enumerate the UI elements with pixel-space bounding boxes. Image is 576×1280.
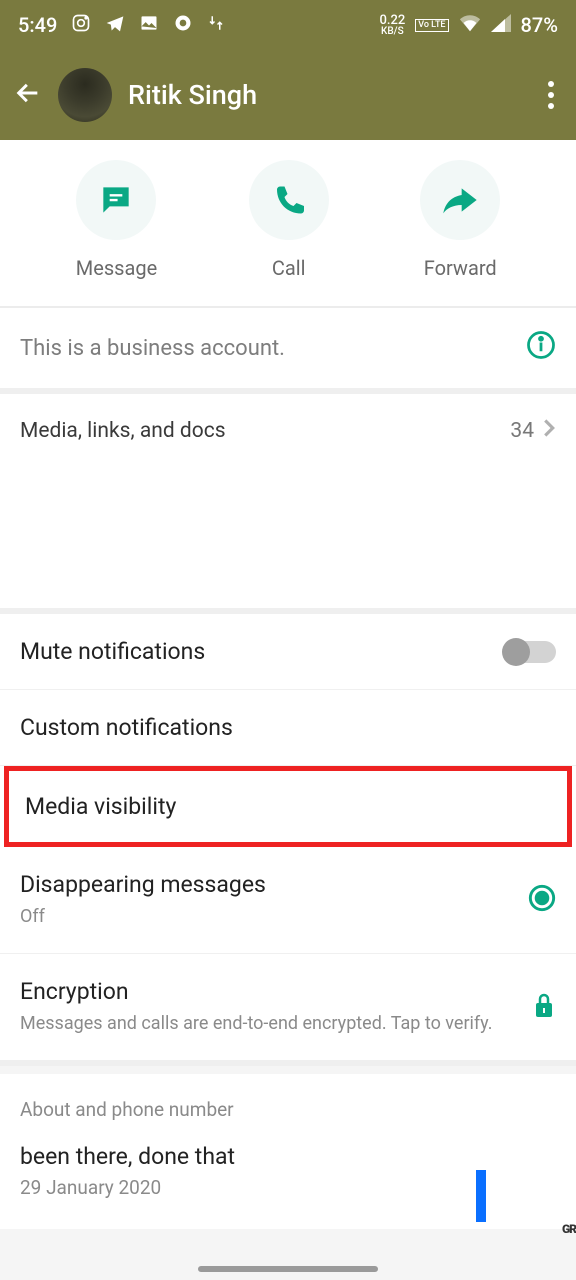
header: Ritik Singh — [0, 50, 576, 140]
forward-action[interactable]: Forward — [420, 160, 500, 280]
about-section: About and phone number been there, done … — [0, 1074, 576, 1229]
custom-notifications-row[interactable]: Custom notifications — [0, 690, 576, 766]
business-banner[interactable]: This is a business account. — [0, 307, 576, 394]
telegram-icon — [105, 13, 125, 38]
status-left: 5:49 — [18, 13, 225, 38]
phone-icon — [271, 182, 307, 218]
network-speed: 0.22 KB/S — [379, 14, 405, 37]
wifi-icon — [459, 13, 481, 37]
about-status: been there, done that — [20, 1143, 556, 1170]
disappearing-sub: Off — [20, 904, 266, 929]
media-thumbnails-area — [0, 464, 576, 614]
timer-icon — [528, 884, 556, 916]
nav-pill — [198, 1266, 378, 1272]
info-icon — [526, 330, 556, 366]
media-visibility-highlight: Media visibility — [4, 766, 572, 847]
encryption-sub: Messages and calls are end-to-end encryp… — [20, 1011, 512, 1036]
media-visibility-label: Media visibility — [25, 793, 176, 820]
about-header: About and phone number — [20, 1098, 556, 1121]
media-visibility-row[interactable]: Media visibility — [9, 771, 567, 842]
contact-name[interactable]: Ritik Singh — [128, 79, 524, 111]
media-label: Media, links, and docs — [20, 419, 226, 443]
disappearing-messages-row[interactable]: Disappearing messages Off — [0, 847, 576, 954]
more-menu-icon[interactable] — [540, 81, 562, 109]
message-icon — [97, 181, 135, 219]
custom-label: Custom notifications — [20, 714, 233, 741]
battery-text: 87% — [521, 13, 558, 37]
business-text: This is a business account. — [20, 336, 285, 361]
chevron-right-icon — [542, 418, 556, 444]
encryption-row[interactable]: Encryption Messages and calls are end-to… — [0, 954, 576, 1066]
instagram-icon — [71, 13, 91, 38]
mute-notifications-row[interactable]: Mute notifications — [0, 614, 576, 690]
encryption-label: Encryption — [20, 978, 512, 1005]
mute-label: Mute notifications — [20, 638, 205, 665]
lock-icon — [532, 991, 556, 1023]
media-links-docs[interactable]: Media, links, and docs 34 — [0, 394, 576, 464]
disappearing-label: Disappearing messages — [20, 871, 266, 898]
circle-icon — [173, 13, 193, 38]
back-arrow-icon[interactable] — [14, 79, 42, 111]
signal-icon — [491, 13, 511, 37]
watermark: GR — [562, 1222, 576, 1236]
message-action[interactable]: Message — [76, 160, 157, 280]
image-icon — [139, 13, 159, 38]
message-label: Message — [76, 256, 157, 280]
call-action[interactable]: Call — [249, 160, 329, 280]
status-right: 0.22 KB/S Vo LTE 87% — [379, 13, 558, 37]
forward-icon — [440, 182, 480, 218]
annotation-bar — [476, 1170, 486, 1222]
media-count: 34 — [510, 419, 534, 443]
avatar[interactable] — [58, 68, 112, 122]
volte-icon: Vo LTE — [415, 19, 448, 32]
forward-label: Forward — [424, 256, 497, 280]
data-icon — [207, 13, 225, 37]
actions-row: Message Call Forward — [0, 140, 576, 307]
call-label: Call — [272, 256, 306, 280]
mute-toggle[interactable] — [504, 641, 556, 663]
status-bar: 5:49 0.22 KB/S Vo LTE 87% — [0, 0, 576, 50]
status-time: 5:49 — [18, 13, 57, 37]
settings-list: Mute notifications Custom notifications … — [0, 614, 576, 1066]
